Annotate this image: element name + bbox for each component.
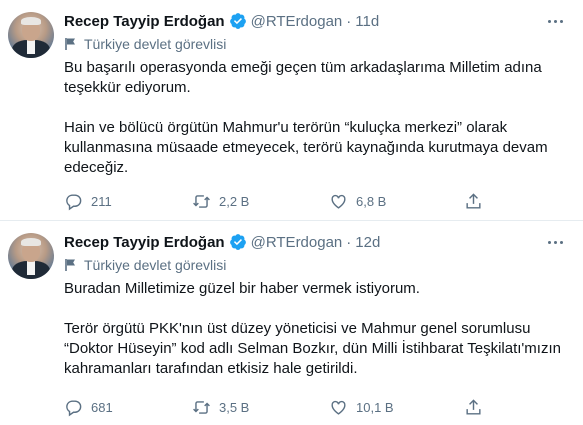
separator-dot: · xyxy=(346,233,352,251)
retweet-button[interactable]: 2,2 B xyxy=(192,190,249,212)
account-label: Türkiye devlet görevlisi xyxy=(64,256,226,274)
reply-icon xyxy=(66,399,82,416)
tweet-header: Recep Tayyip Erdoğan @RTErdogan · 11d xyxy=(64,11,379,31)
retweet-icon xyxy=(193,194,210,208)
tweet-actions: 681 3,5 B 10,1 B xyxy=(64,396,504,418)
tweet-paragraph: Bu başarılı operasyonda emeği geçen tüm … xyxy=(64,59,542,96)
tweet-text: Buradan Milletimize güzel bir haber verm… xyxy=(64,279,564,379)
author-handle[interactable]: @RTErdogan xyxy=(251,234,343,251)
tweet-paragraph: Buradan Milletimize güzel bir haber verm… xyxy=(64,280,420,297)
tweet[interactable]: Recep Tayyip Erdoğan @RTErdogan · 11d Tü… xyxy=(0,0,583,220)
retweet-count: 3,5 B xyxy=(219,399,250,415)
retweet-icon xyxy=(193,400,210,414)
tweet-text: Bu başarılı operasyonda emeği geçen tüm … xyxy=(64,58,564,178)
author-handle[interactable]: @RTErdogan xyxy=(251,13,343,30)
tweet-paragraph: Terör örgütü PKK'nın üst düzey yöneticis… xyxy=(64,320,561,377)
tweet-time[interactable]: 12d xyxy=(355,234,380,251)
share-button[interactable] xyxy=(464,396,483,418)
reply-button[interactable]: 681 xyxy=(64,396,113,418)
verified-badge-icon xyxy=(229,234,246,250)
tweet-paragraph: Hain ve bölücü örgütün Mahmur'u terörün … xyxy=(64,119,548,176)
like-button[interactable]: 6,8 B xyxy=(329,190,386,212)
reply-count: 211 xyxy=(91,193,112,209)
account-label-text: Türkiye devlet görevlisi xyxy=(84,257,227,273)
like-count: 6,8 B xyxy=(356,193,387,209)
more-icon[interactable] xyxy=(543,10,567,32)
verified-badge-icon xyxy=(229,13,246,29)
more-icon[interactable] xyxy=(543,231,567,253)
reply-count: 681 xyxy=(91,399,113,415)
reply-icon xyxy=(66,193,82,210)
retweet-count: 2,2 B xyxy=(219,193,250,209)
account-label-text: Türkiye devlet görevlisi xyxy=(84,36,227,52)
share-icon xyxy=(466,398,481,415)
heart-icon xyxy=(331,194,346,209)
share-icon xyxy=(466,192,481,209)
like-count: 10,1 B xyxy=(356,399,394,415)
flag-icon xyxy=(65,259,75,271)
avatar[interactable] xyxy=(8,12,54,58)
separator-dot: · xyxy=(346,12,352,30)
reply-button[interactable]: 211 xyxy=(64,190,112,212)
account-label: Türkiye devlet görevlisi xyxy=(64,35,226,53)
tweet-header: Recep Tayyip Erdoğan @RTErdogan · 12d xyxy=(64,232,380,252)
tweet-time[interactable]: 11d xyxy=(355,13,379,30)
tweet[interactable]: Recep Tayyip Erdoğan @RTErdogan · 12d Tü… xyxy=(0,221,583,425)
retweet-button[interactable]: 3,5 B xyxy=(192,396,249,418)
tweet-actions: 211 2,2 B 6,8 B xyxy=(64,190,504,212)
like-button[interactable]: 10,1 B xyxy=(329,396,394,418)
avatar[interactable] xyxy=(8,233,54,279)
author-name[interactable]: Recep Tayyip Erdoğan xyxy=(64,13,225,30)
heart-icon xyxy=(331,400,346,415)
author-name[interactable]: Recep Tayyip Erdoğan xyxy=(64,234,225,251)
share-button[interactable] xyxy=(464,190,483,212)
flag-icon xyxy=(65,38,75,50)
